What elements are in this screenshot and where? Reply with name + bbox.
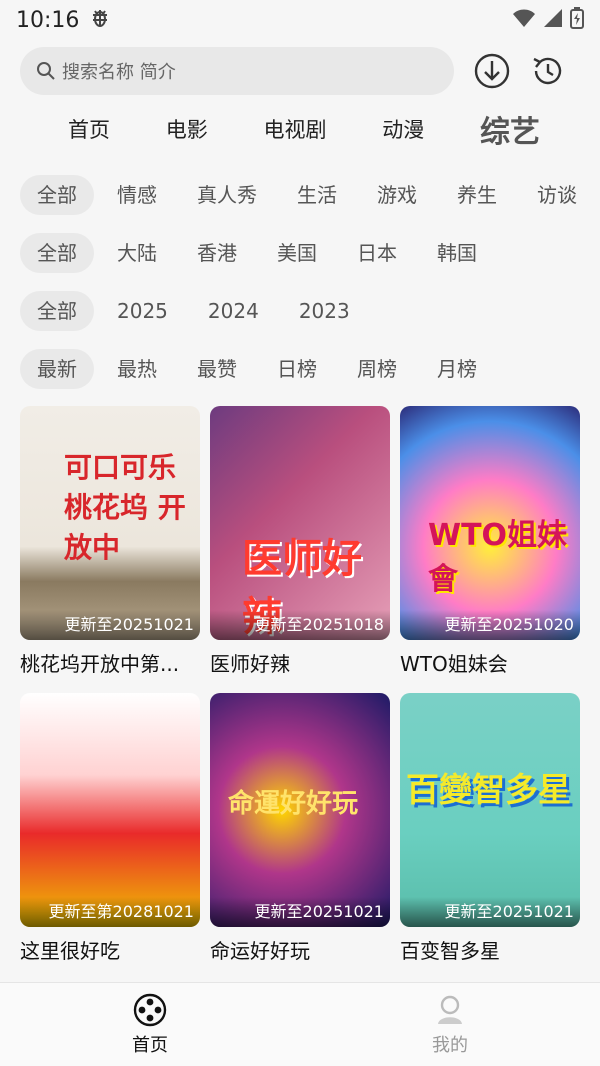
tab-home[interactable]: 首页 <box>54 114 124 144</box>
sort-chip[interactable]: 月榜 <box>420 349 494 389</box>
show-title: 这里很好吃 <box>20 939 120 963</box>
poster-image: 百變智多星 更新至20251021 <box>400 693 580 927</box>
poster-image: 命運好好玩 更新至20251021 <box>210 693 390 927</box>
nav-mine-label: 我的 <box>432 1034 468 1056</box>
status-bar: 10:16 <box>0 0 600 40</box>
poster-art-text: WTO姐妹會 <box>428 518 568 597</box>
bottom-nav: 首页 我的 <box>0 982 600 1066</box>
nav-mine[interactable]: 我的 <box>300 983 600 1066</box>
search-row: 搜索名称 简介 <box>20 46 580 96</box>
region-chip[interactable]: 香港 <box>180 233 254 273</box>
poster-image: 更新至第20281021 <box>20 693 200 927</box>
update-badge: 更新至20251018 <box>210 610 390 640</box>
search-input[interactable]: 搜索名称 简介 <box>20 47 454 95</box>
region-chip[interactable]: 韩国 <box>420 233 494 273</box>
wifi-icon <box>512 8 536 32</box>
tab-variety[interactable]: 综艺 <box>466 107 554 151</box>
genre-chip[interactable]: 游戏 <box>360 175 434 215</box>
sort-chip[interactable]: 周榜 <box>340 349 414 389</box>
update-badge: 更新至20251020 <box>400 610 580 640</box>
signal-icon <box>542 8 564 32</box>
tab-movie[interactable]: 电影 <box>152 114 222 144</box>
sort-chip[interactable]: 日榜 <box>260 349 334 389</box>
genre-chip[interactable]: 生活 <box>280 175 354 215</box>
region-chip[interactable]: 大陆 <box>100 233 174 273</box>
show-card[interactable]: WTO姐妹會 更新至20251020 WTO姐妹会 <box>400 406 580 677</box>
show-card[interactable]: 更新至第20281021 这里很好吃 <box>20 693 200 964</box>
update-badge: 更新至20251021 <box>400 897 580 927</box>
region-chip-all[interactable]: 全部 <box>20 233 94 273</box>
genre-chip[interactable]: 养生 <box>440 175 514 215</box>
region-chip[interactable]: 日本 <box>340 233 414 273</box>
update-badge: 更新至20251021 <box>210 897 390 927</box>
show-card[interactable]: 百變智多星 更新至20251021 百变智多星 <box>400 693 580 964</box>
history-icon <box>533 57 562 85</box>
year-chip[interactable]: 2023 <box>282 291 367 331</box>
show-title: 医师好辣 <box>210 652 290 676</box>
show-card[interactable]: 命運好好玩 更新至20251021 命运好好玩 <box>210 693 390 964</box>
tab-anime[interactable]: 动漫 <box>368 114 438 144</box>
year-chip[interactable]: 2025 <box>100 291 185 331</box>
search-placeholder: 搜索名称 简介 <box>62 62 176 83</box>
update-badge: 更新至20251021 <box>20 610 200 640</box>
genre-filter: 全部 情感 真人秀 生活 游戏 养生 访谈 <box>20 174 600 216</box>
genre-chip[interactable]: 访谈 <box>520 175 594 215</box>
genre-chip[interactable]: 情感 <box>100 175 174 215</box>
genre-chip-all[interactable]: 全部 <box>20 175 94 215</box>
search-icon <box>37 62 55 80</box>
genre-chip[interactable]: 真人秀 <box>180 175 274 215</box>
show-card[interactable]: 可口可乐 桃花坞 开放中 更新至20251021 桃花坞开放中第... <box>20 406 200 677</box>
category-tabs: 首页 电影 电视剧 动漫 综艺 <box>54 104 554 154</box>
film-reel-icon <box>133 993 167 1026</box>
bug-icon <box>89 7 111 34</box>
poster-image: 医师好辣 更新至20251018 <box>210 406 390 640</box>
year-chip-all[interactable]: 全部 <box>20 291 94 331</box>
show-title: 桃花坞开放中第... <box>20 652 180 676</box>
poster-art-text: 可口可乐 桃花坞 开放中 <box>64 451 186 564</box>
tab-tv[interactable]: 电视剧 <box>250 114 341 144</box>
show-title: 百变智多星 <box>400 939 500 963</box>
show-card[interactable]: 医师好辣 更新至20251018 医师好辣 <box>210 406 390 677</box>
status-time: 10:16 <box>16 7 80 33</box>
year-chip[interactable]: 2024 <box>191 291 276 331</box>
battery-icon <box>570 7 584 33</box>
show-title: WTO姐妹会 <box>400 652 508 676</box>
poster-image: 可口可乐 桃花坞 开放中 更新至20251021 <box>20 406 200 640</box>
year-filter: 全部 2025 2024 2023 <box>20 290 373 332</box>
poster-art-text: 百變智多星 <box>406 770 571 809</box>
show-title: 命运好好玩 <box>210 939 310 963</box>
poster-art-text: 命運好好玩 <box>228 789 359 819</box>
history-button[interactable] <box>528 51 568 91</box>
nav-home-label: 首页 <box>132 1034 168 1056</box>
region-filter: 全部 大陆 香港 美国 日本 韩国 <box>20 232 500 274</box>
sort-chip[interactable]: 最热 <box>100 349 174 389</box>
sort-filter: 最新 最热 最赞 日榜 周榜 月榜 <box>20 348 500 390</box>
sort-chip-latest[interactable]: 最新 <box>20 349 94 389</box>
region-chip[interactable]: 美国 <box>260 233 334 273</box>
nav-home[interactable]: 首页 <box>0 983 300 1066</box>
download-button[interactable] <box>472 51 512 91</box>
poster-image: WTO姐妹會 更新至20251020 <box>400 406 580 640</box>
user-icon <box>438 995 462 1024</box>
update-badge: 更新至第20281021 <box>20 897 200 927</box>
sort-chip[interactable]: 最赞 <box>180 349 254 389</box>
download-icon <box>474 53 510 89</box>
